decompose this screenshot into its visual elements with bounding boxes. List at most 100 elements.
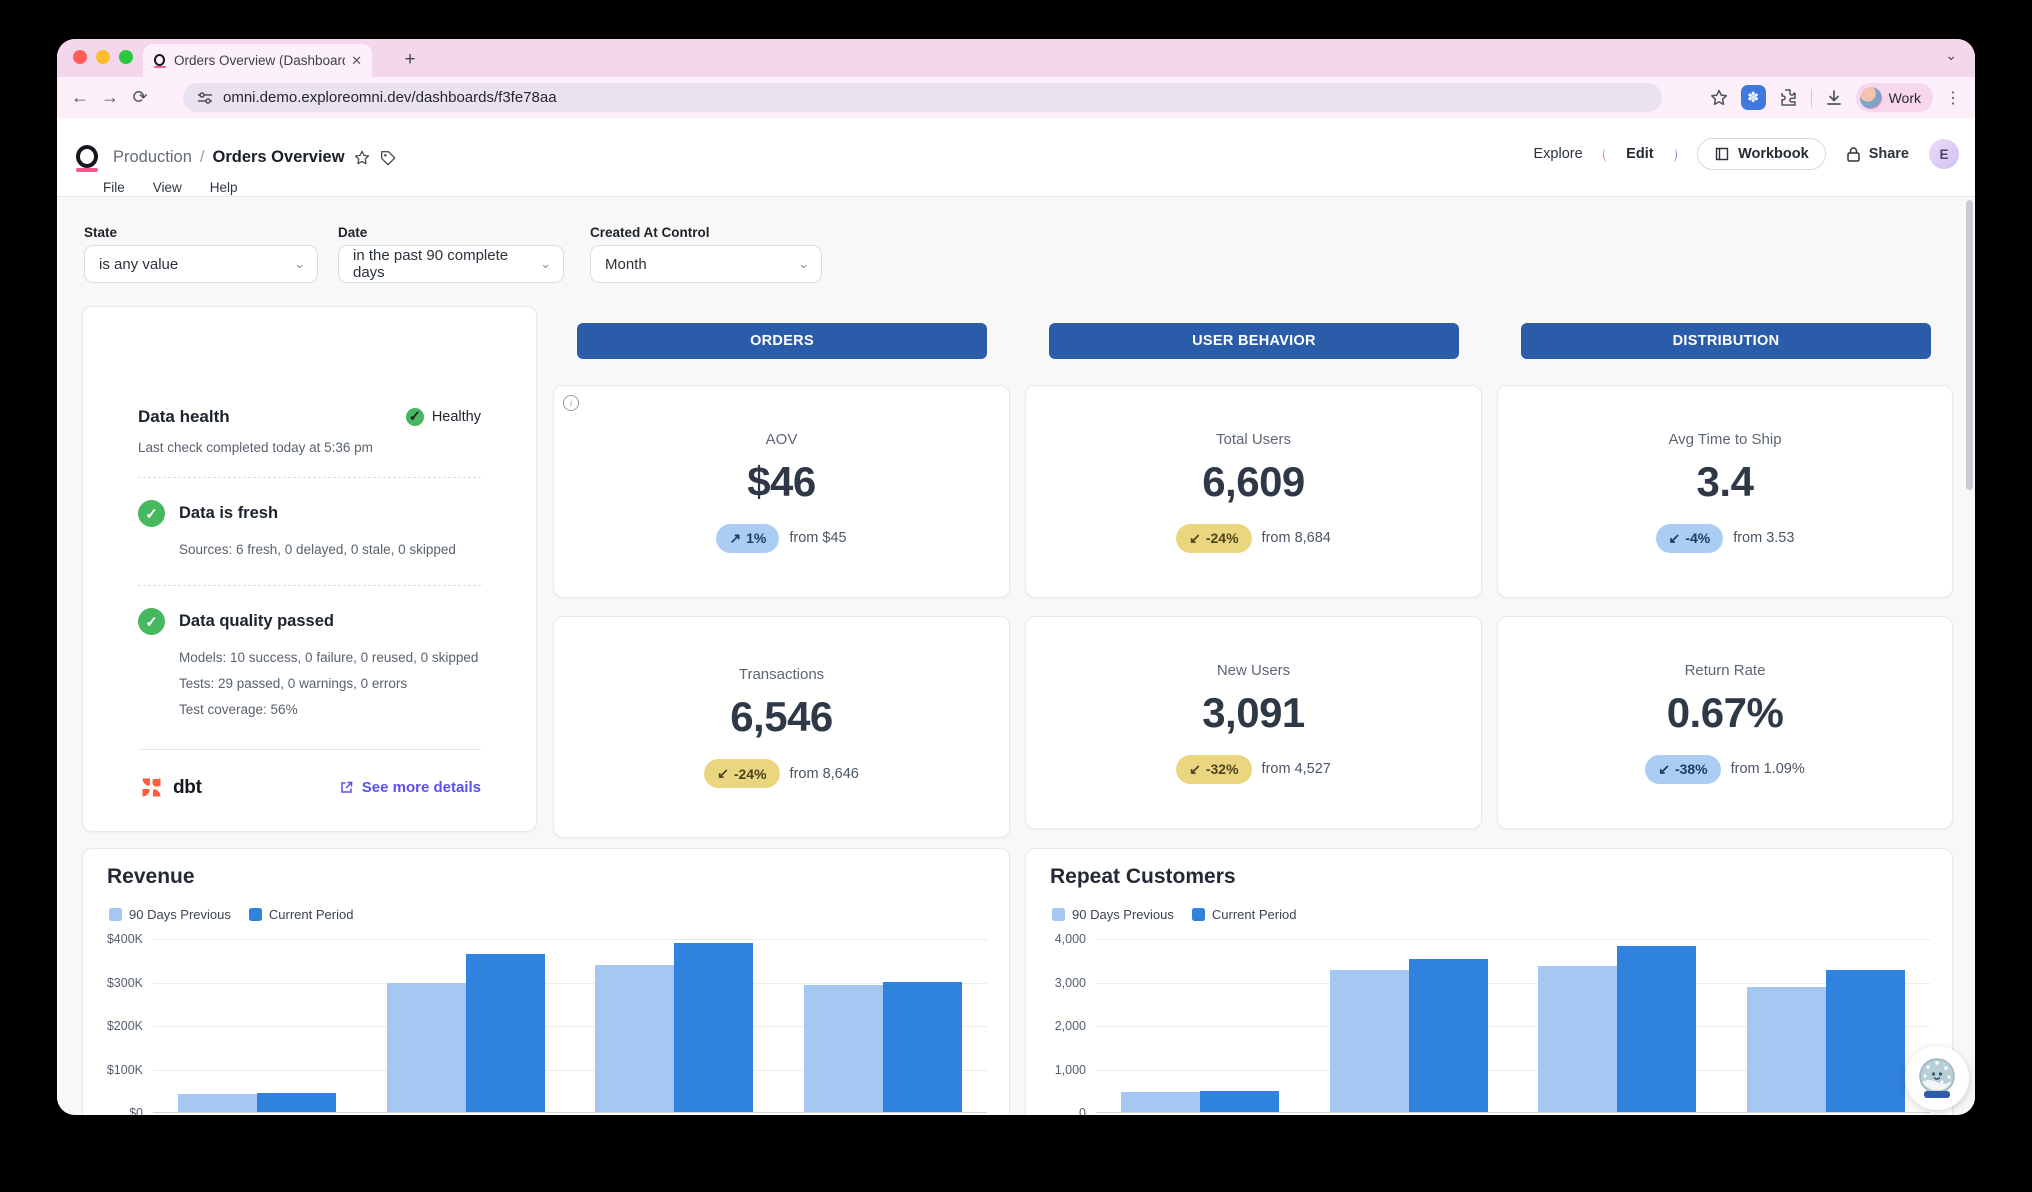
kpi-comparison: from 8,646 — [790, 766, 859, 782]
check-icon: ✓ — [138, 608, 165, 635]
repeat-customers-chart-card: Repeat Customers 90 Days Previous Curren… — [1025, 848, 1953, 1115]
legend-swatch — [1052, 908, 1065, 921]
trend-arrow-icon: ↙ — [717, 765, 729, 782]
bar-current-period[interactable] — [1826, 970, 1905, 1112]
edit-button[interactable]: Edit — [1603, 144, 1677, 165]
bar-90-days-previous[interactable] — [595, 965, 674, 1112]
forward-button[interactable]: → — [95, 83, 125, 113]
tag-icon[interactable] — [379, 149, 397, 167]
extensions-puzzle-icon[interactable] — [1778, 87, 1799, 108]
trend-arrow-icon: ↗ — [729, 530, 741, 547]
menu-file[interactable]: File — [103, 180, 125, 195]
filter-dropdown-state[interactable]: is any value⌄ — [84, 245, 318, 283]
see-more-details-link[interactable]: See more details — [339, 779, 481, 796]
trend-arrow-icon: ↙ — [1189, 761, 1201, 778]
section-header-user-behavior[interactable]: USER BEHAVIOR — [1049, 323, 1459, 359]
data-health-title: Data health — [138, 407, 230, 427]
bar-current-period[interactable] — [883, 982, 962, 1113]
lock-icon — [1846, 146, 1861, 163]
filter-dropdown-created-at[interactable]: Month⌄ — [590, 245, 822, 283]
menu-view[interactable]: View — [153, 180, 182, 195]
workbook-button[interactable]: Workbook — [1697, 138, 1826, 170]
bar-90-days-previous[interactable] — [804, 985, 883, 1112]
download-icon[interactable] — [1824, 88, 1844, 108]
kpi-value: 3.4 — [1697, 458, 1754, 506]
tab-close-icon[interactable]: ✕ — [351, 53, 362, 69]
bar-current-period[interactable] — [1409, 959, 1488, 1112]
dashboard-content: State Date Created At Control is any val… — [57, 197, 1975, 1115]
chevron-down-icon: ⌄ — [540, 256, 551, 272]
explore-button[interactable]: Explore — [1534, 146, 1583, 162]
bar-group — [362, 939, 571, 1112]
url-text: omni.demo.exploreomni.dev/dashboards/f3f… — [223, 89, 557, 106]
kpi-comparison: from 1.09% — [1731, 761, 1805, 777]
assistant-chat-button[interactable] — [1905, 1046, 1969, 1110]
bar-90-days-previous[interactable] — [1538, 966, 1617, 1112]
health-status-badge: ✓ Healthy — [406, 408, 481, 426]
scrollbar-thumb[interactable] — [1966, 200, 1973, 490]
breadcrumb-folder[interactable]: Production — [113, 148, 192, 167]
y-axis-tick: $100K — [107, 1063, 143, 1077]
bar-group — [1513, 939, 1722, 1112]
section-header-orders[interactable]: ORDERS — [577, 323, 987, 359]
kpi-label: AOV — [766, 431, 798, 448]
back-button[interactable]: ← — [65, 83, 95, 113]
menu-help[interactable]: Help — [210, 180, 238, 195]
bar-90-days-previous[interactable] — [178, 1094, 257, 1112]
filter-label-created-at: Created At Control — [590, 225, 710, 240]
delta-badge: ↙-38% — [1645, 755, 1720, 784]
y-axis-tick: 2,000 — [1055, 1019, 1086, 1033]
delta-badge: ↙-24% — [1176, 524, 1251, 553]
bar-current-period[interactable] — [674, 943, 753, 1112]
last-check-text: Last check completed today at 5:36 pm — [138, 440, 481, 455]
maximize-window-button[interactable] — [119, 50, 133, 64]
browser-profile-chip[interactable]: Work — [1856, 83, 1933, 112]
y-axis-tick: $200K — [107, 1019, 143, 1033]
bar-90-days-previous[interactable] — [1747, 987, 1826, 1112]
divider — [138, 585, 481, 586]
reload-button[interactable]: ⟳ — [125, 83, 155, 113]
check-detail: Models: 10 success, 0 failure, 0 reused,… — [179, 645, 481, 671]
tab-search-chevron-icon[interactable]: ⌄ — [1945, 47, 1957, 64]
page-title: Orders Overview — [212, 148, 344, 167]
share-button[interactable]: Share — [1846, 146, 1909, 163]
address-bar[interactable]: omni.demo.exploreomni.dev/dashboards/f3f… — [183, 83, 1662, 112]
tab-bar: Orders Overview (Dashboard) ✕ + ⌄ — [57, 39, 1975, 77]
close-window-button[interactable] — [73, 50, 87, 64]
minimize-window-button[interactable] — [96, 50, 110, 64]
kpi-value: 3,091 — [1202, 689, 1305, 737]
y-axis-tick: $0 — [129, 1106, 143, 1115]
bar-current-period[interactable] — [466, 954, 545, 1112]
bar-90-days-previous[interactable] — [1121, 1092, 1200, 1112]
check-detail: Test coverage: 56% — [179, 697, 481, 723]
omni-logo[interactable] — [73, 145, 99, 171]
bookmark-star-icon[interactable] — [1709, 88, 1729, 108]
bar-current-period[interactable] — [1200, 1091, 1279, 1112]
book-icon — [1714, 146, 1730, 162]
check-detail: Tests: 29 passed, 0 warnings, 0 errors — [179, 671, 481, 697]
legend-swatch — [1192, 908, 1205, 921]
section-header-distribution[interactable]: DISTRIBUTION — [1521, 323, 1931, 359]
browser-tab[interactable]: Orders Overview (Dashboard) ✕ — [143, 44, 372, 77]
bar-90-days-previous[interactable] — [387, 983, 466, 1112]
y-axis-tick: 1,000 — [1055, 1063, 1086, 1077]
info-icon[interactable]: i — [563, 395, 579, 411]
chart-legend: 90 Days Previous Current Period — [1052, 907, 1296, 922]
browser-window: Orders Overview (Dashboard) ✕ + ⌄ ← → ⟳ … — [57, 39, 1975, 1115]
filter-dropdown-date[interactable]: in the past 90 complete days⌄ — [338, 245, 564, 283]
browser-menu-icon[interactable]: ⋮ — [1945, 88, 1961, 108]
bar-90-days-previous[interactable] — [1330, 970, 1409, 1112]
chevron-down-icon: ⌄ — [294, 256, 305, 272]
revenue-chart-card: Revenue 90 Days Previous Current Period … — [82, 848, 1010, 1115]
favorite-star-icon[interactable] — [353, 149, 371, 167]
new-tab-button[interactable]: + — [395, 45, 425, 75]
bar-current-period[interactable] — [257, 1093, 336, 1112]
legend-item-previous: 90 Days Previous — [109, 907, 231, 922]
site-settings-icon[interactable] — [197, 90, 213, 106]
extension-icon[interactable]: ✽ — [1741, 85, 1766, 110]
user-avatar[interactable]: E — [1929, 139, 1959, 169]
check-icon: ✓ — [406, 408, 424, 426]
kpi-comparison: from 4,527 — [1262, 761, 1331, 777]
chevron-down-icon: ⌄ — [798, 256, 809, 272]
bar-current-period[interactable] — [1617, 946, 1696, 1112]
